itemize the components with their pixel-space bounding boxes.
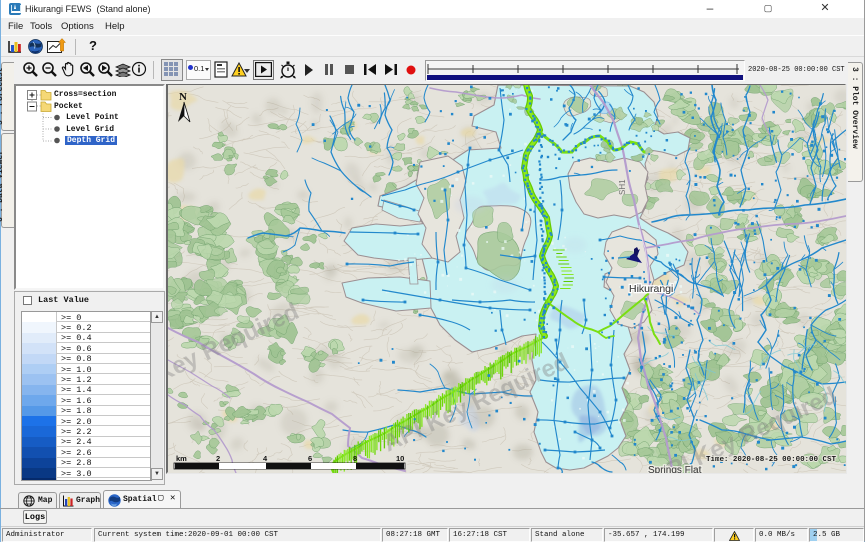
- svg-text:Time: 2020-08-25 00:00:00 CST: Time: 2020-08-25 00:00:00 CST: [706, 456, 836, 464]
- svg-text:8: 8: [353, 454, 357, 463]
- svg-text:10: 10: [396, 454, 404, 463]
- svg-text:2: 2: [216, 454, 220, 463]
- svg-text:km: km: [176, 454, 187, 463]
- svg-text:N: N: [179, 91, 187, 103]
- svg-text:SH1: SH1: [618, 179, 627, 195]
- svg-text:Springs Flat: Springs Flat: [648, 465, 702, 473]
- svg-text:6: 6: [308, 454, 312, 463]
- svg-text:Hikurangi: Hikurangi: [629, 283, 673, 295]
